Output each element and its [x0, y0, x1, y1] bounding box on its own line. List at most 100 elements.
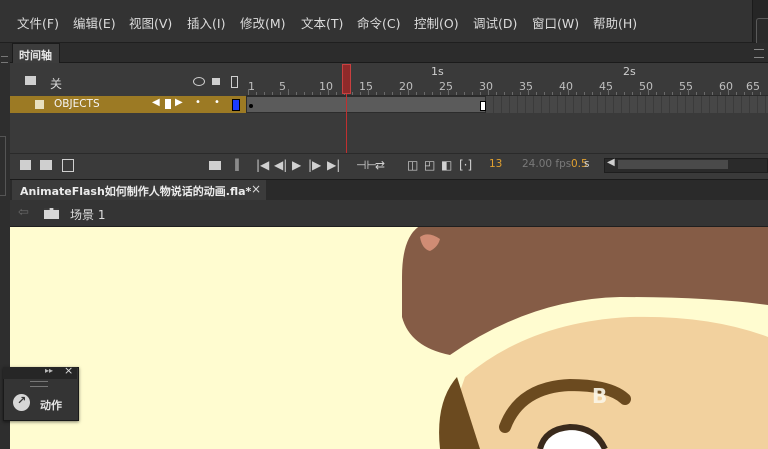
tab-timeline[interactable]: 时间轴	[12, 43, 60, 63]
onion-skin-icon[interactable]: ◫	[407, 158, 418, 172]
show-all-layers-icon[interactable]	[25, 76, 36, 85]
grip-icon[interactable]	[30, 381, 48, 387]
ruler-tick	[432, 92, 433, 95]
close-icon[interactable]: ×	[251, 182, 261, 196]
ruler-tick	[584, 92, 585, 95]
ruler-frame-label: 60	[719, 80, 733, 93]
scene-name[interactable]: 场景 1	[70, 206, 105, 223]
loop-icon[interactable]: ⇄	[375, 158, 385, 172]
stage[interactable]: B	[10, 227, 768, 449]
ruler-tick	[728, 89, 729, 95]
empty-frames[interactable]	[486, 96, 768, 113]
ruler-tick	[608, 89, 609, 95]
new-folder-icon[interactable]	[40, 160, 52, 170]
ruler-tick	[600, 92, 601, 95]
layer-name[interactable]: OBJECTS	[54, 98, 100, 110]
elapsed-unit: s	[584, 158, 590, 170]
frame-span[interactable]	[246, 96, 486, 113]
ruler-tick	[736, 92, 737, 95]
step-back-icon[interactable]: ◀|	[274, 158, 287, 172]
ruler-tick	[296, 92, 297, 95]
menu-view[interactable]: 视图(V)	[129, 13, 172, 32]
outline-icon[interactable]	[231, 76, 238, 88]
menu-text[interactable]: 文本(T)	[301, 13, 343, 32]
ruler-tick	[448, 89, 449, 95]
grip-icon[interactable]	[1, 56, 8, 63]
ruler-tick	[472, 92, 473, 95]
lock-icon[interactable]	[212, 78, 220, 85]
ruler-tick	[704, 92, 705, 95]
eye-icon[interactable]	[193, 77, 205, 86]
ruler-frame-label: 40	[559, 80, 573, 93]
onion-markers-icon[interactable]: [·]	[459, 158, 472, 172]
ruler-tick	[720, 92, 721, 95]
ruler-tick	[520, 92, 521, 95]
edit-multiple-icon[interactable]: ◧	[441, 158, 452, 172]
menu-bar: 文件(F) 编辑(E) 视图(V) 插入(I) 修改(M) 文本(T) 命令(C…	[0, 0, 768, 43]
delete-icon[interactable]	[62, 159, 74, 172]
menu-modify[interactable]: 修改(M)	[240, 13, 286, 32]
ruler-tick	[664, 92, 665, 95]
actions-icon[interactable]: ↗	[13, 394, 30, 411]
last-frame-icon[interactable]: ▶|	[327, 158, 340, 172]
menu-control[interactable]: 控制(O)	[414, 13, 459, 32]
frame-ruler[interactable]: 1s 2s 1 5 10 15 20 25 30 35 40 45 50 55 …	[246, 63, 768, 96]
new-layer-icon[interactable]	[20, 160, 31, 170]
menu-commands[interactable]: 命令(C)	[357, 13, 400, 32]
timeline-tabbar	[10, 43, 768, 63]
ruler-tick	[504, 92, 505, 95]
visibility-dot-icon[interactable]: •	[195, 97, 201, 108]
collapse-icon[interactable]: ▸▸	[45, 366, 53, 375]
ruler-tick	[640, 92, 641, 95]
actions-label[interactable]: 动作	[40, 397, 62, 413]
ruler-tick	[696, 92, 697, 95]
ruler-tick	[560, 92, 561, 95]
back-arrow-icon[interactable]: ⇦	[18, 205, 29, 220]
clapperboard-icon[interactable]	[44, 208, 59, 219]
panel-edge	[0, 136, 6, 196]
ruler-tick	[312, 92, 313, 95]
current-frame[interactable]: 13	[489, 158, 502, 170]
actions-panel-header[interactable]: ▸▸ ×	[3, 364, 77, 379]
ruler-tick	[336, 92, 337, 95]
prev-keyframe-icon[interactable]: ◀	[152, 97, 160, 108]
ruler-tick	[456, 92, 457, 95]
ruler-tick	[400, 92, 401, 95]
ruler-frame-label: 25	[439, 80, 453, 93]
menu-insert[interactable]: 插入(I)	[187, 13, 225, 32]
menu-help[interactable]: 帮助(H)	[593, 13, 637, 32]
divider-icon: ‖	[234, 157, 240, 171]
frame-rate[interactable]: 24.00 fps	[522, 158, 571, 170]
ruler-tick	[552, 92, 553, 95]
ruler-frame-label: 65	[746, 80, 760, 93]
add-keyframe-icon[interactable]	[165, 99, 171, 109]
scrollbar-thumb[interactable]	[618, 160, 728, 169]
close-icon[interactable]: ×	[64, 364, 73, 377]
layer-color-swatch[interactable]	[232, 99, 240, 111]
document-tab-title[interactable]: AnimateFlash如何制作人物说话的动画.fla*	[20, 183, 251, 199]
step-forward-icon[interactable]: |▶	[308, 158, 321, 172]
playhead[interactable]	[342, 64, 351, 94]
ruler-tick	[544, 92, 545, 95]
next-keyframe-icon[interactable]: ▶	[175, 97, 183, 108]
panel-menu-icon[interactable]	[754, 49, 764, 58]
layer-type-icon	[35, 100, 44, 109]
menu-edit[interactable]: 编辑(E)	[73, 13, 116, 32]
layer-row-objects[interactable]: ◀ ▶ • •	[10, 96, 246, 113]
play-icon[interactable]: ▶	[292, 158, 301, 172]
center-frame-icon[interactable]: ⊣⊢	[356, 158, 377, 172]
keyframe-dot[interactable]	[249, 104, 253, 108]
ruler-tick	[752, 92, 753, 95]
onion-outline-icon[interactable]: ◰	[424, 158, 435, 172]
lock-dot-icon[interactable]: •	[214, 97, 220, 108]
scroll-left-icon[interactable]: ◀	[607, 157, 615, 168]
ruler-tick	[376, 92, 377, 95]
menu-window[interactable]: 窗口(W)	[532, 13, 579, 32]
workspace-switcher[interactable]	[752, 0, 768, 48]
menu-debug[interactable]: 调试(D)	[473, 13, 517, 32]
first-frame-icon[interactable]: |◀	[256, 158, 269, 172]
ruler-tick	[744, 92, 745, 95]
menu-file[interactable]: 文件(F)	[17, 13, 59, 32]
camera-icon[interactable]	[209, 161, 221, 170]
tab-timeline-label: 时间轴	[19, 49, 52, 62]
